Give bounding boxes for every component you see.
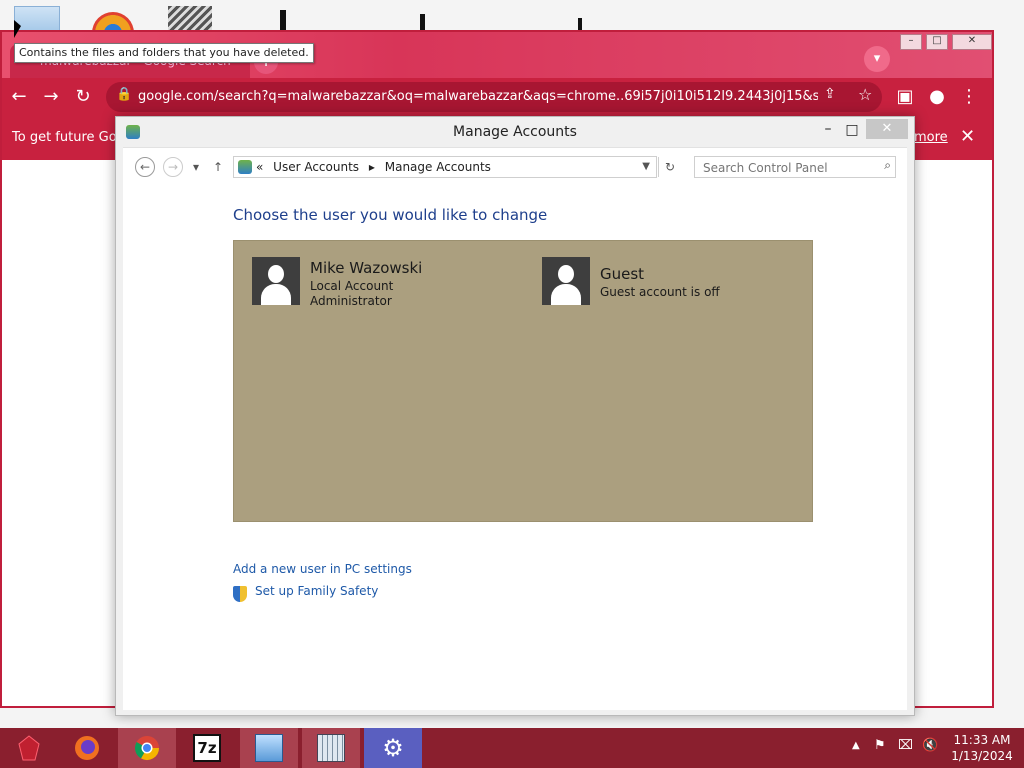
close-button[interactable]: ✕ bbox=[866, 119, 908, 139]
user-accounts-icon bbox=[238, 160, 252, 174]
manage-accounts-window: Manage Accounts – □ ✕ ← → ▾ ↑ « User Acc… bbox=[115, 116, 915, 716]
chrome-button[interactable] bbox=[118, 728, 176, 768]
close-button[interactable]: ✕ bbox=[952, 34, 992, 50]
show-hidden-icons-icon[interactable]: ▲ bbox=[852, 740, 860, 751]
address-bar[interactable]: 🔒 google.com/search?q=malwarebazzar&oq=m… bbox=[106, 82, 882, 112]
lock-icon: 🔒 bbox=[116, 87, 133, 102]
sidepanel-icon[interactable]: ▣ bbox=[892, 84, 918, 110]
taskbar: 7z ⚙ ▲ ⚑ ⌧ 🔇 11:33 AM 1/13/2024 bbox=[0, 728, 1024, 768]
breadcrumb-overflow[interactable]: « bbox=[256, 160, 263, 174]
7zip-button[interactable]: 7z bbox=[178, 728, 236, 768]
account-avatar-icon[interactable]: ● bbox=[924, 84, 950, 110]
share-icon[interactable]: ⇪ bbox=[824, 86, 836, 102]
family-safety-link[interactable]: Set up Family Safety bbox=[255, 584, 378, 598]
control-panel-button[interactable] bbox=[240, 728, 298, 768]
avatar bbox=[252, 257, 300, 305]
mouse-cursor-icon bbox=[14, 20, 21, 38]
search-input[interactable] bbox=[695, 157, 879, 179]
minimize-button[interactable]: – bbox=[900, 34, 922, 50]
refresh-icon[interactable]: ↻ bbox=[658, 157, 681, 177]
7zip-icon: 7z bbox=[193, 734, 221, 762]
taskbar-clock[interactable]: 11:33 AM 1/13/2024 bbox=[950, 732, 1014, 764]
account-type: Local Account bbox=[310, 279, 394, 293]
reload-icon[interactable]: ↻ bbox=[70, 84, 96, 110]
infobar-close-icon[interactable]: ✕ bbox=[960, 126, 975, 147]
wallpaper-sketch bbox=[280, 10, 286, 32]
search-icon[interactable]: ⌕ bbox=[884, 158, 891, 173]
chevron-down-icon[interactable]: ▼ bbox=[642, 157, 650, 177]
account-name: Guest bbox=[600, 265, 645, 283]
chevron-right-icon[interactable]: ▸ bbox=[369, 160, 375, 174]
volume-muted-icon[interactable]: 🔇 bbox=[922, 738, 938, 753]
chrome-toolbar: ← → ↻ 🔒 google.com/search?q=malwarebazza… bbox=[2, 78, 992, 116]
settings-icon: ⚙ bbox=[382, 734, 404, 762]
maximize-button[interactable]: □ bbox=[926, 34, 948, 50]
maximize-button[interactable]: □ bbox=[842, 121, 862, 141]
keyboard-button[interactable] bbox=[302, 728, 360, 768]
account-tile[interactable]: Mike Wazowski Local Account Administrato… bbox=[252, 257, 512, 317]
bookmark-star-icon[interactable]: ☆ bbox=[858, 85, 872, 104]
add-user-link[interactable]: Add a new user in PC settings bbox=[233, 562, 412, 576]
menu-kebab-icon[interactable]: ⋮ bbox=[956, 84, 982, 110]
window-title: Manage Accounts bbox=[453, 124, 577, 140]
search-control-panel[interactable]: ⌕ bbox=[694, 156, 896, 179]
account-name: Mike Wazowski bbox=[310, 259, 423, 277]
window-content: ← → ▾ ↑ « User Accounts ▸ Manage Account… bbox=[123, 147, 907, 710]
minimize-button[interactable]: – bbox=[818, 121, 838, 141]
accounts-panel: Mike Wazowski Local Account Administrato… bbox=[233, 240, 813, 522]
recent-locations-icon[interactable]: ▾ bbox=[193, 157, 199, 177]
firefox-button[interactable] bbox=[58, 728, 116, 768]
control-panel-icon bbox=[255, 734, 283, 762]
control-panel-address-bar[interactable]: « User Accounts ▸ Manage Accounts ▼ ↻ bbox=[233, 156, 675, 178]
account-tile[interactable]: Guest Guest account is off bbox=[542, 257, 782, 317]
url-text[interactable]: google.com/search?q=malwarebazzar&oq=mal… bbox=[138, 82, 818, 112]
up-icon[interactable]: ↑ bbox=[213, 157, 223, 177]
action-center-flag-icon[interactable]: ⚑ bbox=[874, 738, 886, 753]
start-button[interactable] bbox=[0, 728, 58, 768]
avatar bbox=[542, 257, 590, 305]
start-icon bbox=[18, 735, 40, 761]
keyboard-icon bbox=[317, 734, 345, 762]
recycle-bin-tooltip: Contains the files and folders that you … bbox=[14, 43, 314, 63]
clock-date: 1/13/2024 bbox=[951, 749, 1013, 763]
infobar-message: To get future Goo bbox=[12, 130, 125, 145]
breadcrumb-manage-accounts[interactable]: Manage Accounts bbox=[385, 160, 491, 174]
back-icon[interactable]: ← bbox=[6, 84, 32, 110]
profile-menu-icon[interactable]: ▾ bbox=[864, 46, 890, 72]
wallpaper-sketch bbox=[578, 18, 582, 30]
wallpaper-sketch bbox=[420, 14, 425, 30]
clock-time: 11:33 AM bbox=[953, 733, 1011, 747]
account-status: Guest account is off bbox=[600, 285, 720, 299]
settings-button[interactable]: ⚙ bbox=[364, 728, 422, 768]
infobar-learn-more-link[interactable]: more bbox=[914, 130, 948, 145]
forward-icon[interactable]: → bbox=[38, 84, 64, 110]
account-role: Administrator bbox=[310, 294, 392, 308]
page-title: Choose the user you would like to change bbox=[233, 206, 548, 224]
shield-icon bbox=[233, 586, 247, 602]
forward-icon[interactable]: → bbox=[163, 157, 183, 177]
breadcrumb-user-accounts[interactable]: User Accounts bbox=[273, 160, 359, 174]
network-icon[interactable]: ⌧ bbox=[898, 738, 913, 753]
breadcrumb: « User Accounts ▸ Manage Accounts bbox=[256, 157, 497, 177]
chrome-icon bbox=[134, 736, 159, 761]
firefox-icon bbox=[75, 736, 99, 760]
back-icon[interactable]: ← bbox=[135, 157, 155, 177]
